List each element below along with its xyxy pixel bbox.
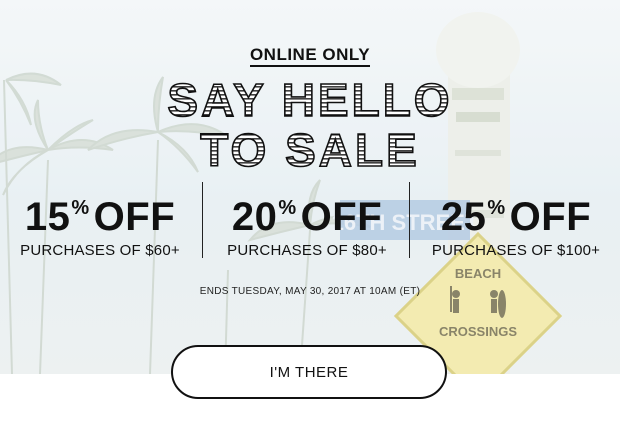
offer-headline: 25% OFF <box>418 185 614 240</box>
offer-suffix: OFF <box>300 195 383 239</box>
percent-sign: % <box>71 197 90 219</box>
online-only-label: ONLINE ONLY <box>0 45 620 67</box>
offer-headline: 20% OFF <box>212 185 402 240</box>
promo-banner: 16TH STREET BEACH CROSSINGS ONLINE ONLY … <box>0 0 620 434</box>
offer-percent: 20 <box>231 195 278 239</box>
im-there-button[interactable]: I'M THERE <box>171 345 447 399</box>
offer-suffix: OFF <box>93 195 176 239</box>
headline-line-1: SAY HELLO <box>167 76 452 126</box>
offer-20: 20% OFF PURCHASES OF $80+ <box>212 185 402 259</box>
ends-date-text: ENDS TUESDAY, MAY 30, 2017 AT 10AM (ET) <box>199 286 421 297</box>
offer-divider <box>409 182 410 258</box>
offer-15: 15% OFF PURCHASES OF $60+ <box>6 185 194 259</box>
headline: SAY HELLO TO SALE <box>167 76 452 176</box>
percent-sign: % <box>487 197 506 219</box>
offer-condition: PURCHASES OF $60+ <box>20 242 180 259</box>
percent-sign: % <box>278 197 297 219</box>
offer-suffix: OFF <box>509 195 592 239</box>
headline-line-2: TO SALE <box>200 124 420 176</box>
offer-percent: 25 <box>440 195 487 239</box>
offer-percent: 15 <box>24 195 71 239</box>
online-only-text: ONLINE ONLY <box>249 45 371 67</box>
offer-condition: PURCHASES OF $100+ <box>431 242 601 259</box>
offer-condition: PURCHASES OF $80+ <box>227 242 387 259</box>
offer-25: 25% OFF PURCHASES OF $100+ <box>418 185 614 259</box>
hero-image: 16TH STREET BEACH CROSSINGS ONLINE ONLY … <box>0 0 620 374</box>
offer-divider <box>202 182 203 258</box>
offer-headline: 15% OFF <box>6 185 194 240</box>
